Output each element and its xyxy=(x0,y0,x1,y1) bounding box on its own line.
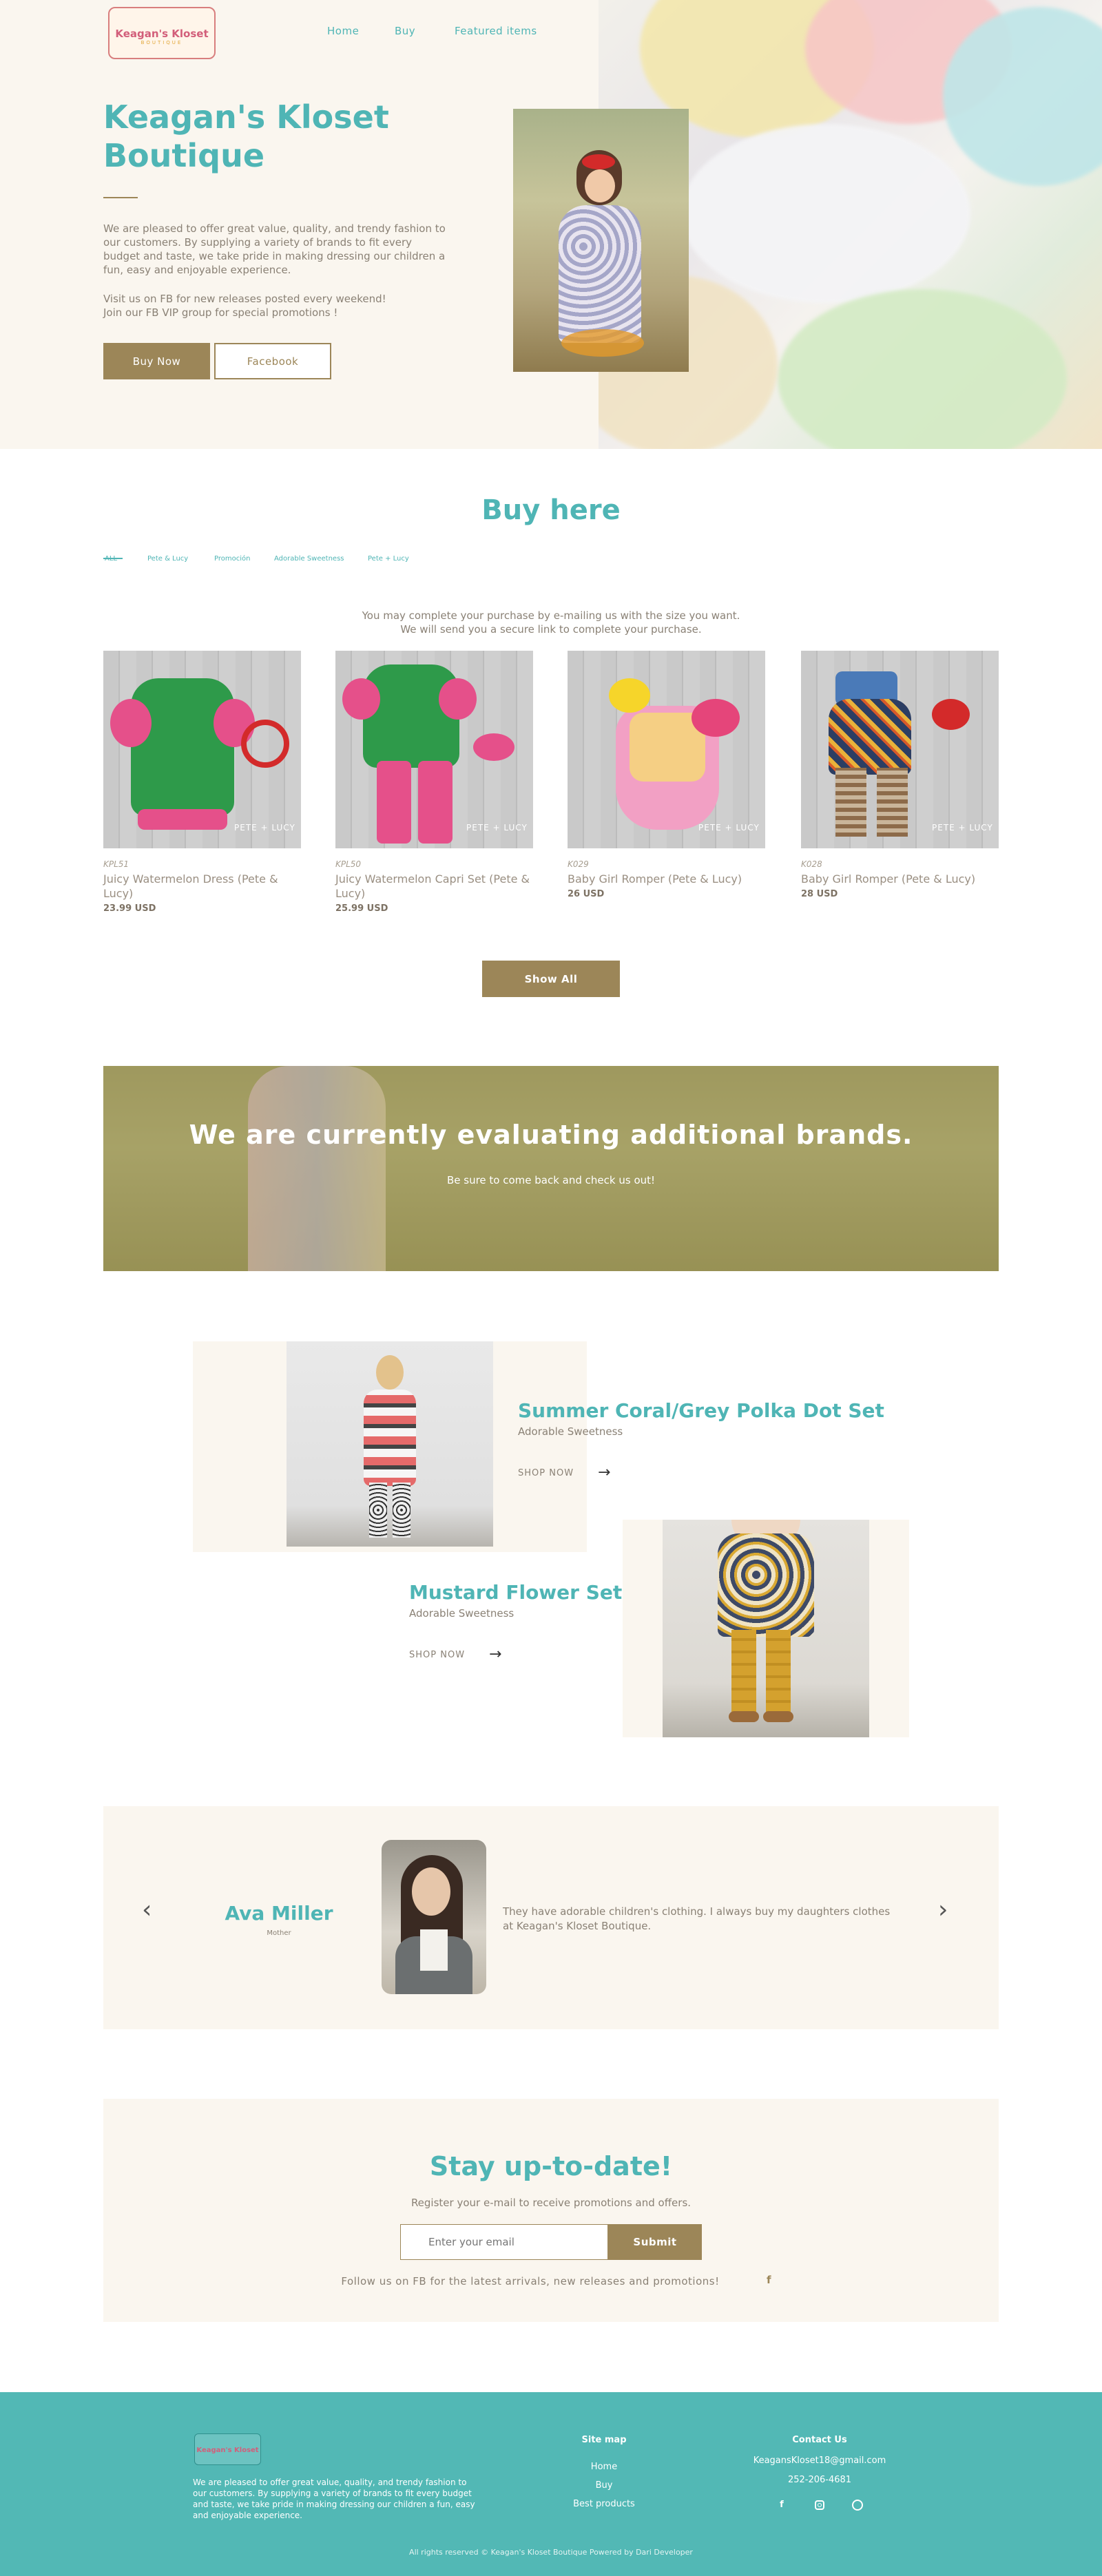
newsletter-subtitle: Register your e-mail to receive promotio… xyxy=(410,2197,692,2209)
tab-all[interactable]: ALL xyxy=(105,555,117,563)
contact-title: Contact Us xyxy=(792,2435,847,2445)
follow-note: Follow us on FB for the latest arrivals,… xyxy=(341,2275,720,2287)
tab-pete-lucy[interactable]: Pete & Lucy xyxy=(147,555,188,563)
nav-home[interactable]: Home xyxy=(327,25,359,37)
product-sku: KPL51 xyxy=(103,859,129,869)
shop-now-link[interactable]: SHOP NOW xyxy=(518,1468,574,1478)
product-name[interactable]: Juicy Watermelon Dress (Pete & Lucy) xyxy=(103,872,301,901)
hero-fb-note-line2: Join our FB VIP group for special promot… xyxy=(103,306,338,319)
purchase-note-line1: You may complete your purchase by e-mail… xyxy=(362,609,740,622)
product-card[interactable]: PETE + LUCY KPL50 Juicy Watermelon Capri… xyxy=(335,651,533,914)
footer-link-best-products[interactable]: Best products xyxy=(556,2499,652,2509)
hero-fb-note-line1: Visit us on FB for new releases posted e… xyxy=(103,293,386,305)
product-price: 28 USD xyxy=(801,889,838,899)
product-name[interactable]: Baby Girl Romper (Pete & Lucy) xyxy=(801,872,999,886)
banner-title: We are currently evaluating additional b… xyxy=(189,1120,913,1150)
hero-description: We are pleased to offer great value, qua… xyxy=(103,222,446,276)
product-sku: K029 xyxy=(568,859,589,869)
nav-featured-items[interactable]: Featured items xyxy=(455,25,537,37)
nav-buy[interactable]: Buy xyxy=(395,25,415,37)
newsletter-heading: Stay up-to-date! xyxy=(429,2151,673,2181)
copyright: All rights reserved © Keagan's Kloset Bo… xyxy=(409,2548,693,2557)
featured-image[interactable] xyxy=(663,1520,869,1737)
tab-pete-plus-lucy[interactable]: Pete + Lucy xyxy=(368,555,409,563)
featured-image[interactable] xyxy=(287,1341,493,1547)
product-image[interactable]: PETE + LUCY xyxy=(568,651,765,848)
product-image[interactable]: PETE + LUCY xyxy=(335,651,533,848)
product-name[interactable]: Juicy Watermelon Capri Set (Pete & Lucy) xyxy=(335,872,533,901)
footer-phone[interactable]: 252-206-4681 xyxy=(751,2475,888,2485)
sitemap-title: Site map xyxy=(581,2435,627,2445)
arrow-right-icon[interactable]: → xyxy=(598,1464,610,1481)
product-card[interactable]: PETE + LUCY KPL51 Juicy Watermelon Dress… xyxy=(103,651,301,914)
tab-promocion[interactable]: Promoción xyxy=(214,555,250,563)
testimonial-role: Mother xyxy=(267,1929,291,1937)
product-price: 25.99 USD xyxy=(335,903,388,914)
product-sku: K028 xyxy=(801,859,822,869)
footer-logo[interactable]: Keagan's Kloset xyxy=(194,2433,261,2465)
product-card[interactable]: PETE + LUCY K028 Baby Girl Romper (Pete … xyxy=(801,651,999,899)
product-price: 26 USD xyxy=(568,889,605,899)
hero-fb-note: Visit us on FB for new releases posted e… xyxy=(103,292,448,320)
testimonial-name: Ava Miller xyxy=(225,1902,333,1925)
footer-about: We are pleased to offer great value, qua… xyxy=(193,2478,475,2520)
chevron-right-icon[interactable]: › xyxy=(938,1898,948,1923)
featured-title[interactable]: Summer Coral/Grey Polka Dot Set xyxy=(518,1399,884,1422)
buy-heading: Buy here xyxy=(481,494,621,526)
hero-divider xyxy=(103,197,138,198)
facebook-icon[interactable]: f xyxy=(767,2274,771,2286)
chevron-left-icon[interactable]: ‹ xyxy=(142,1898,152,1923)
purchase-note: You may complete your purchase by e-mail… xyxy=(0,609,1102,636)
testimonial-quote: They have adorable children's clothing. … xyxy=(503,1905,891,1932)
footer-link-buy[interactable]: Buy xyxy=(570,2480,638,2491)
tab-adorable-sweetness[interactable]: Adorable Sweetness xyxy=(274,555,344,563)
featured-title[interactable]: Mustard Flower Set xyxy=(409,1581,622,1604)
hero-girl-photo xyxy=(513,109,689,372)
product-watermark: PETE + LUCY xyxy=(932,823,993,833)
product-sku: KPL50 xyxy=(335,859,362,869)
shop-now-link[interactable]: SHOP NOW xyxy=(409,1650,465,1660)
facebook-button[interactable]: Facebook xyxy=(214,343,331,379)
testimonial-avatar xyxy=(382,1840,486,1994)
arrow-right-icon[interactable]: → xyxy=(489,1646,501,1663)
footer-logo-text: Keagan's Kloset xyxy=(196,2447,259,2454)
purchase-note-line2: We will send you a secure link to comple… xyxy=(400,623,702,636)
hero-title: Keagan's Kloset Boutique xyxy=(103,98,389,175)
instagram-icon[interactable] xyxy=(815,2500,824,2510)
product-image[interactable]: PETE + LUCY xyxy=(801,651,999,848)
brands-banner: We are currently evaluating additional b… xyxy=(103,1066,999,1271)
whatsapp-icon[interactable] xyxy=(852,2500,863,2511)
newsletter-section xyxy=(103,2099,999,2322)
hero-title-line1: Keagan's Kloset xyxy=(103,98,389,136)
product-watermark: PETE + LUCY xyxy=(466,823,528,833)
featured-subtitle: Adorable Sweetness xyxy=(409,1607,514,1620)
logo-subtitle: BOUTIQUE xyxy=(141,40,183,45)
email-input[interactable] xyxy=(400,2224,608,2260)
product-image[interactable]: PETE + LUCY xyxy=(103,651,301,848)
product-name[interactable]: Baby Girl Romper (Pete & Lucy) xyxy=(568,872,765,886)
banner-subtitle: Be sure to come back and check us out! xyxy=(446,1174,656,1186)
buy-now-button[interactable]: Buy Now xyxy=(103,343,210,379)
logo-text: Keagan's Kloset xyxy=(115,28,209,40)
product-watermark: PETE + LUCY xyxy=(698,823,760,833)
product-card[interactable]: PETE + LUCY K029 Baby Girl Romper (Pete … xyxy=(568,651,765,899)
show-all-button[interactable]: Show All xyxy=(482,961,620,997)
featured-subtitle: Adorable Sweetness xyxy=(518,1425,623,1438)
facebook-icon[interactable]: f xyxy=(777,2500,787,2510)
product-price: 23.99 USD xyxy=(103,903,156,914)
logo[interactable]: Keagan's Kloset BOUTIQUE xyxy=(108,7,216,59)
submit-button[interactable]: Submit xyxy=(608,2224,702,2260)
footer-email[interactable]: KeagansKloset18@gmail.com xyxy=(730,2455,909,2466)
product-watermark: PETE + LUCY xyxy=(234,823,295,833)
hero-title-line2: Boutique xyxy=(103,137,265,174)
footer-link-home[interactable]: Home xyxy=(570,2462,638,2472)
